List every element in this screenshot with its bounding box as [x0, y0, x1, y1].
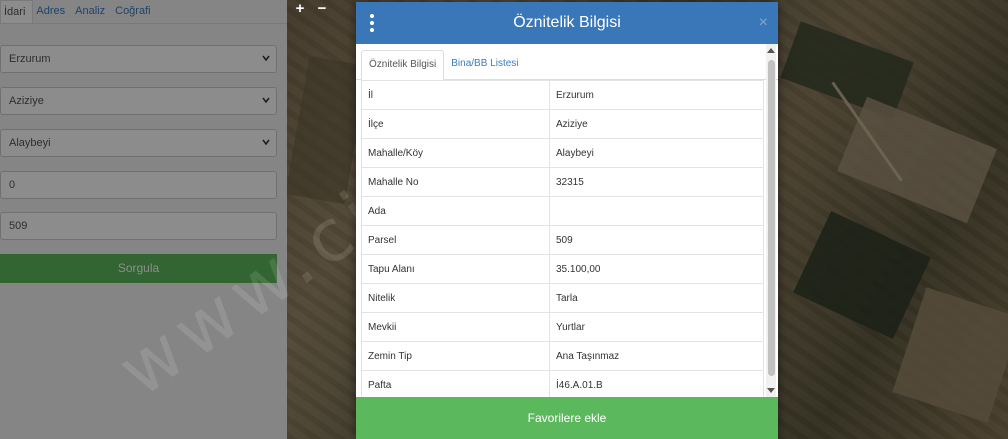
attr-value: İ46.A.01.B: [549, 370, 764, 400]
table-row: Parsel 509: [361, 225, 764, 255]
modal-scrollbar[interactable]: [766, 44, 776, 397]
table-row: Ada: [361, 196, 764, 226]
table-row: Mahalle/Köy Alaybeyi: [361, 138, 764, 168]
attr-value: Yurtlar: [549, 312, 764, 342]
attr-value: 509: [549, 225, 764, 255]
table-row: Mevkii Yurtlar: [361, 312, 764, 342]
map-zoom-controls: + −: [291, 0, 331, 17]
table-row: Tapu Alanı 35.100,00: [361, 254, 764, 284]
table-row: İlçe Aziziye: [361, 109, 764, 139]
attr-key: İlçe: [361, 109, 550, 139]
attr-value: Erzurum: [549, 80, 764, 110]
modal-tabs: Öznitelik Bilgisi Bina/BB Listesi: [356, 44, 778, 80]
modal-body: Öznitelik Bilgisi Bina/BB Listesi İl Erzu…: [356, 44, 778, 400]
table-row: Nitelik Tarla: [361, 283, 764, 313]
attr-key: Parsel: [361, 225, 550, 255]
attr-key: Nitelik: [361, 283, 550, 313]
table-row: Zemin Tip Ana Taşınmaz: [361, 341, 764, 371]
zoom-out-button[interactable]: −: [313, 0, 331, 17]
attribute-table: İl Erzurum İlçe Aziziye Mahalle/Köy Alaybey…: [361, 80, 764, 400]
scroll-thumb[interactable]: [768, 60, 775, 376]
attr-key: Pafta: [361, 370, 550, 400]
attr-key: Mahalle No: [361, 167, 550, 197]
add-favorite-button[interactable]: Favorilere ekle: [356, 397, 778, 439]
zoom-in-button[interactable]: +: [291, 0, 309, 17]
attr-key: Mevkii: [361, 312, 550, 342]
attr-key: Ada: [361, 196, 550, 226]
attr-value: 32315: [549, 167, 764, 197]
close-icon[interactable]: ×: [759, 2, 768, 44]
attr-key: Tapu Alanı: [361, 254, 550, 284]
tab-bina-listesi[interactable]: Bina/BB Listesi: [444, 50, 525, 79]
more-vert-icon[interactable]: [370, 14, 376, 32]
table-row: Mahalle No 32315: [361, 167, 764, 197]
table-row: Pafta İ46.A.01.B: [361, 370, 764, 400]
scroll-down-icon[interactable]: [767, 388, 775, 393]
attr-value: Tarla: [549, 283, 764, 313]
attr-value: 35.100,00: [549, 254, 764, 284]
attribute-modal: Öznitelik Bilgisi × Öznitelik Bilgisi Bi…: [356, 2, 778, 439]
tab-oznitelik[interactable]: Öznitelik Bilgisi: [361, 50, 445, 80]
modal-header: Öznitelik Bilgisi ×: [356, 2, 778, 44]
attr-value: Ana Taşınmaz: [549, 341, 764, 371]
attr-key: Mahalle/Köy: [361, 138, 550, 168]
attr-value: Aziziye: [549, 109, 764, 139]
attr-key: İl: [361, 80, 550, 110]
attr-value: [549, 196, 764, 226]
attr-key: Zemin Tip: [361, 341, 550, 371]
table-row: İl Erzurum: [361, 80, 764, 110]
modal-title: Öznitelik Bilgisi: [513, 14, 621, 31]
scroll-up-icon[interactable]: [767, 48, 775, 53]
attr-value: Alaybeyi: [549, 138, 764, 168]
